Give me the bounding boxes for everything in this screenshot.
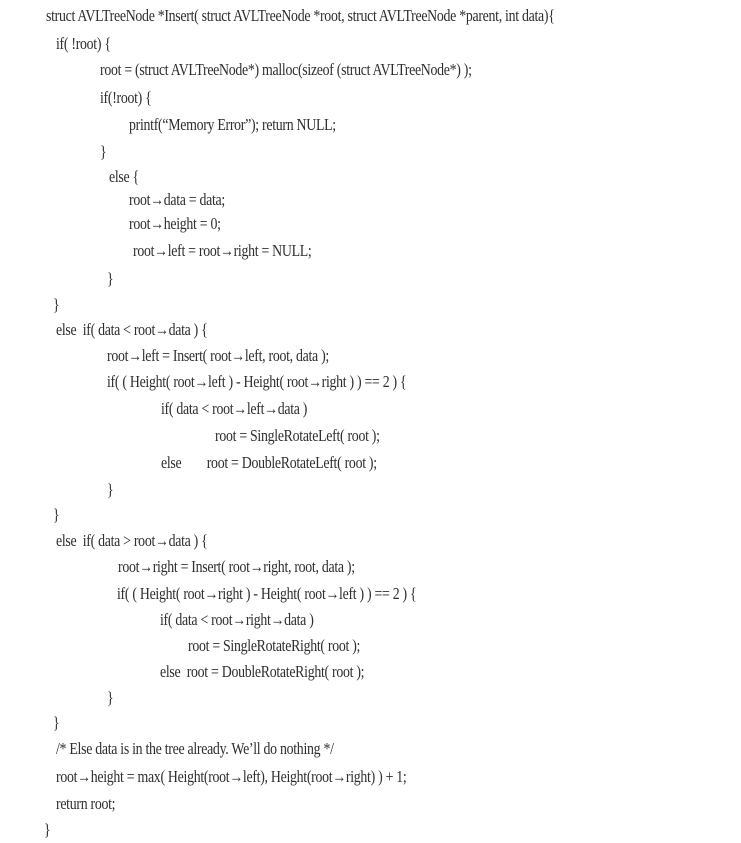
code-line: } (107, 688, 114, 707)
code-line: if( ( Height( root→right ) - Height( roo… (117, 584, 417, 603)
code-listing: struct AVLTreeNode *Insert( struct AVLTr… (0, 0, 741, 843)
code-line: root→height = 0; (129, 214, 221, 233)
code-line: } (107, 480, 114, 499)
code-line: /* Else data is in the tree already. We’… (56, 739, 334, 758)
code-line: else { (109, 167, 139, 186)
code-line: struct AVLTreeNode *Insert( struct AVLTr… (46, 6, 555, 25)
code-line: root = (struct AVLTreeNode*) malloc(size… (100, 60, 472, 79)
code-line: if( ( Height( root→left ) - Height( root… (107, 372, 407, 391)
code-line: else root = DoubleRotateLeft( root ); (161, 453, 377, 472)
code-line: root→left = root→right = NULL; (133, 241, 312, 260)
code-line: } (107, 269, 114, 288)
code-line: if( data < root→right→data ) (160, 610, 314, 629)
code-line: if( data < root→left→data ) (161, 399, 308, 418)
code-line: } (53, 505, 60, 524)
code-line: } (44, 820, 51, 839)
code-line: root→left = Insert( root→left, root, dat… (107, 346, 329, 365)
code-line: else root = DoubleRotateRight( root ); (160, 662, 365, 681)
code-line: root→right = Insert( root→right, root, d… (118, 557, 355, 576)
code-line: root = SingleRotateLeft( root ); (215, 426, 380, 445)
code-line: printf(“Memory Error”); return NULL; (129, 115, 336, 134)
code-line: return root; (56, 794, 116, 813)
code-line: } (53, 295, 60, 314)
code-line: } (53, 713, 60, 732)
code-line: } (100, 142, 107, 161)
code-line: root = SingleRotateRight( root ); (188, 636, 361, 655)
code-line: if( !root) { (56, 34, 111, 53)
code-line: if(!root) { (100, 88, 152, 107)
code-line: root→height = max( Height(root→left), He… (56, 767, 407, 786)
code-line: else if( data > root→data ) { (56, 531, 208, 550)
code-line: root→data = data; (129, 190, 225, 209)
code-line: else if( data < root→data ) { (56, 320, 208, 339)
